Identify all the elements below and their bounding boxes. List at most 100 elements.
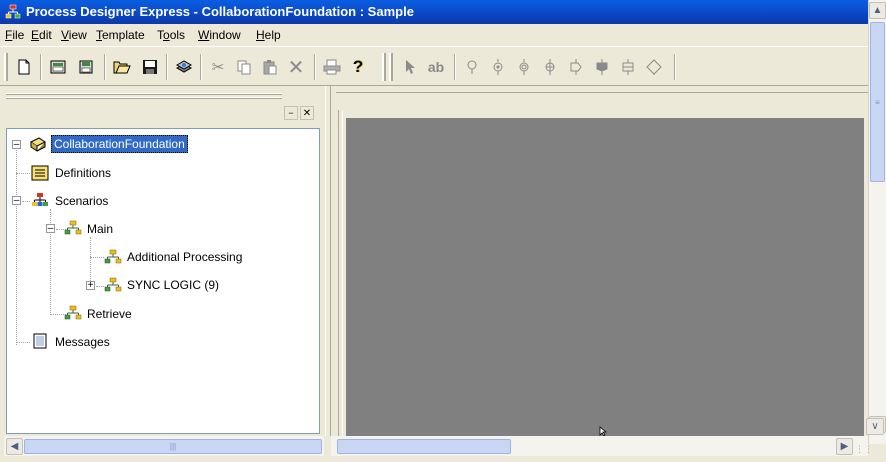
menu-view-mnemonic: V [61, 28, 69, 42]
panel-minimize-icon[interactable]: − [284, 106, 298, 120]
iterator-node-icon[interactable] [564, 55, 588, 79]
menu-template[interactable]: Template [96, 28, 145, 42]
scroll-left-icon[interactable]: ◀ [6, 438, 23, 455]
tree-node-additional-processing[interactable]: Additional Processing [127, 247, 242, 267]
tree-node-scenarios[interactable]: Scenarios [55, 191, 108, 211]
tree-line [90, 257, 104, 258]
app-icon [5, 4, 21, 19]
menu-help-mnemonic: H [256, 28, 265, 42]
tree-node-label: Retrieve [87, 307, 132, 321]
tree-node-label: Messages [55, 335, 110, 349]
scroll-thumb[interactable]: ||| [24, 439, 322, 454]
tree-node-label: CollaborationFoundation [51, 135, 188, 153]
menu-tools-label: ols [169, 28, 186, 42]
collapse-root-icon[interactable]: – [12, 140, 21, 150]
tree-node-root[interactable]: CollaborationFoundation [51, 134, 188, 154]
sync-node-icon[interactable] [538, 55, 562, 79]
start-node-icon[interactable] [460, 55, 484, 79]
copy-icon[interactable] [232, 55, 256, 79]
scenario-icon [104, 277, 122, 292]
window-vertical-scrollbar[interactable]: ▲ ≡ ▼ [868, 0, 886, 444]
tree-node-retrieve[interactable]: Retrieve [87, 304, 132, 324]
tree-horizontal-scrollbar[interactable]: ◀ ||| [4, 436, 324, 456]
menu-bar: File Edit View Template Tools Window Hel… [0, 24, 868, 46]
paste-icon[interactable] [258, 55, 282, 79]
toolbar-separator [454, 54, 456, 80]
end-node-icon[interactable] [616, 55, 640, 79]
scenario-icon [64, 220, 82, 235]
title-bar[interactable]: Process Designer Express - Collaboration… [0, 0, 868, 24]
status-bar [0, 456, 886, 462]
tree-node-main[interactable]: Main [87, 219, 113, 239]
menu-file[interactable]: File [5, 28, 24, 42]
decision-node-icon[interactable] [512, 55, 536, 79]
menu-window-mnemonic: W [198, 28, 210, 42]
canvas-horizontal-scrollbar[interactable]: ▶ ⋮⋮ [331, 436, 873, 456]
tree-line [96, 286, 104, 287]
tree-line [16, 145, 17, 345]
tree-node-sync-logic[interactable]: SYNC LOGIC (9) [127, 275, 219, 295]
open-icon[interactable] [110, 55, 134, 79]
tree-line [16, 342, 30, 343]
connector-icon[interactable] [642, 55, 666, 79]
window-title: Process Designer Express - Collaboration… [26, 4, 414, 19]
scroll-thumb[interactable]: ≡ [870, 22, 885, 182]
menu-help-label: elp [264, 28, 281, 42]
toolbar-separator [166, 54, 168, 80]
tree-node-label: Main [87, 222, 114, 236]
menu-help[interactable]: Help [256, 28, 281, 42]
help-icon[interactable]: ? [346, 55, 370, 79]
tree-node-label: Definitions [55, 166, 112, 180]
menu-file-label: ile [12, 28, 25, 42]
text-tool-icon[interactable]: ab [424, 55, 448, 79]
toolbar-grip[interactable] [4, 53, 8, 81]
save-template-icon[interactable] [74, 55, 98, 79]
open-template-icon[interactable] [46, 55, 70, 79]
scenario-icon [64, 305, 82, 320]
toolbar-separator [200, 54, 202, 80]
definitions-icon [31, 165, 49, 181]
divider [336, 92, 868, 93]
tree-node-definitions[interactable]: Definitions [55, 163, 111, 183]
toolbar-separator [314, 54, 316, 80]
cut-icon[interactable]: ✂ [206, 55, 230, 79]
menu-tools[interactable]: Tools [157, 28, 185, 42]
messages-icon [33, 333, 47, 349]
menu-view-label: iew [68, 28, 87, 42]
menu-template-label: emplate [102, 28, 145, 42]
menu-edit-mnemonic: E [31, 28, 40, 42]
diagram-canvas[interactable] [346, 118, 864, 436]
menu-edit[interactable]: Edit [31, 28, 52, 42]
pointer-icon[interactable] [398, 55, 422, 79]
expand-sync-logic-icon[interactable]: + [86, 281, 95, 291]
save-icon[interactable] [138, 55, 162, 79]
delete-icon[interactable]: ✕ [284, 55, 308, 79]
project-icon [30, 137, 46, 152]
project-tree: – CollaborationFoundation Definitions – … [6, 128, 320, 434]
scenario-icon [104, 249, 122, 264]
toolbar-grip[interactable] [382, 53, 386, 81]
panel-close-icon[interactable]: ✕ [300, 106, 314, 120]
menu-window[interactable]: Window [198, 28, 241, 42]
new-icon[interactable] [12, 55, 36, 79]
tree-node-label: Scenarios [55, 194, 109, 208]
tree-node-messages[interactable]: Messages [55, 332, 110, 352]
deploy-icon[interactable] [172, 55, 196, 79]
canvas-scroll-down-icon[interactable]: ∨ [866, 418, 884, 435]
collapse-scenarios-icon[interactable]: – [12, 196, 21, 206]
print-icon[interactable] [320, 55, 344, 79]
menu-view[interactable]: View [61, 28, 87, 42]
resize-grip-icon[interactable]: ⋮⋮ [855, 444, 873, 455]
action-node-icon[interactable] [486, 55, 510, 79]
scroll-thumb[interactable] [337, 439, 511, 454]
toolbar-grip [389, 53, 393, 81]
scroll-right-icon[interactable]: ▶ [836, 438, 853, 455]
tree-line [16, 173, 30, 174]
collapse-main-icon[interactable]: – [46, 224, 55, 234]
panel-grip[interactable] [6, 90, 282, 104]
toolbar: ✂ ✕ ? ab [0, 46, 868, 86]
scroll-up-icon[interactable]: ▲ [869, 2, 886, 19]
toolbar-separator [104, 54, 106, 80]
menu-window-label: indow [209, 28, 241, 42]
subdiagram-node-icon[interactable] [590, 55, 614, 79]
